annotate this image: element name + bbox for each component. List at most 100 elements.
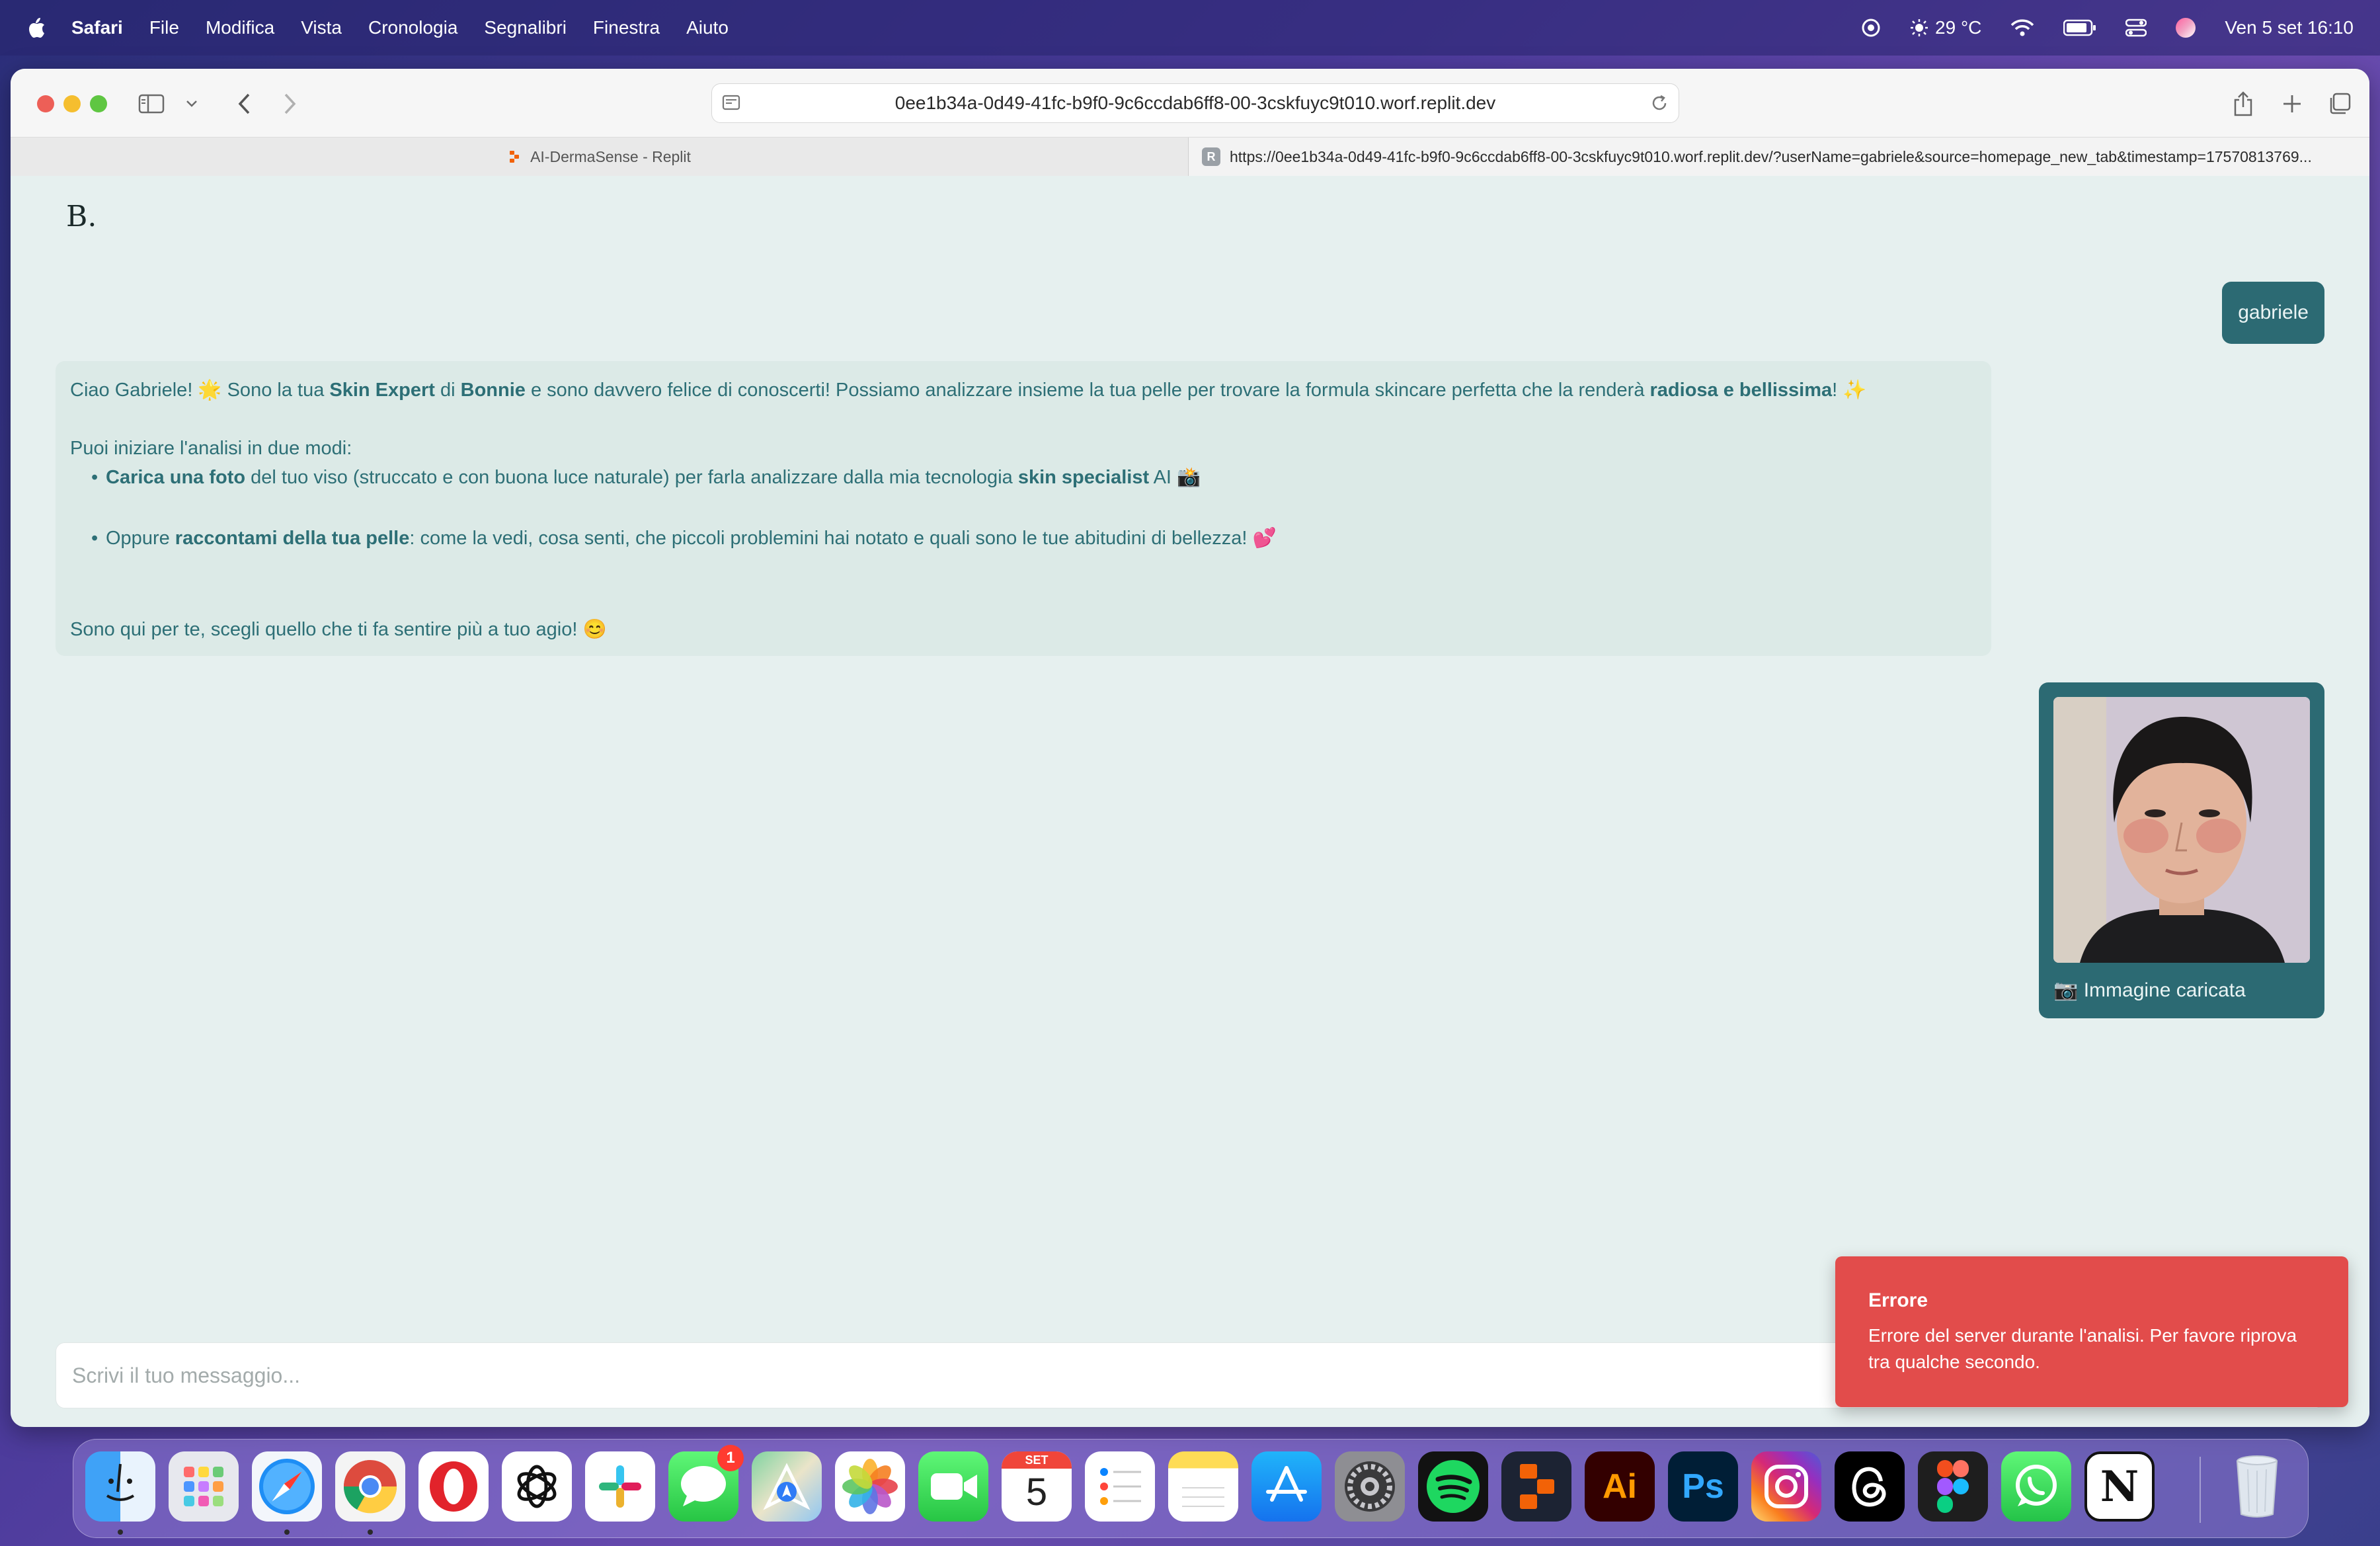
trash-icon[interactable] (2222, 1451, 2292, 1522)
finder-icon[interactable] (85, 1451, 155, 1522)
bold-span: Skin Expert (329, 380, 435, 401)
bold-span: Carica una foto (106, 467, 246, 488)
chevron-down-icon[interactable] (184, 89, 200, 119)
reload-icon[interactable] (1649, 93, 1669, 113)
toast-title: Errore (1868, 1289, 1928, 1311)
system-settings-icon[interactable] (1335, 1451, 1405, 1522)
browser-toolbar: 0ee1b34a-0d49-41fc-b9f0-9c6ccdab6ff8-00-… (11, 69, 2369, 138)
minimize-window-button[interactable] (63, 95, 81, 112)
photos-icon[interactable] (835, 1451, 905, 1522)
facetime-icon[interactable] (918, 1451, 988, 1522)
back-icon[interactable] (229, 89, 259, 119)
text-span: di (434, 380, 461, 401)
bullet-upload-photo: Carica una foto del tuo viso (struccato … (70, 463, 1977, 492)
bold-span: raccontami della tua pelle (175, 528, 410, 549)
bullet-describe-skin: Oppure raccontami della tua pelle: come … (70, 524, 1977, 553)
url-text: 0ee1b34a-0d49-41fc-b9f0-9c6ccdab6ff8-00-… (894, 93, 1496, 113)
text-span: AI 📸 (1149, 467, 1201, 488)
close-window-button[interactable] (37, 95, 54, 112)
tab-ai-dermasense[interactable]: AI-DermaSense - Replit (11, 138, 1189, 176)
tab-title: https://0ee1b34a-0d49-41fc-b9f0-9c6ccdab… (1230, 147, 2312, 165)
running-indicator (368, 1529, 373, 1535)
siri-icon[interactable] (2176, 18, 2196, 38)
control-center-icon[interactable] (2125, 18, 2147, 38)
site-settings-icon[interactable] (721, 93, 741, 113)
calendar-icon[interactable]: SET 5 (1002, 1451, 1072, 1522)
launchpad-icon[interactable] (169, 1451, 239, 1522)
toast-description: Errore del server durante l'analisi. Per… (1868, 1325, 2297, 1372)
menu-file[interactable]: File (149, 17, 179, 38)
apple-icon[interactable] (26, 16, 46, 40)
sun-icon (1911, 19, 1928, 36)
tab-favicon: R (1202, 147, 1220, 166)
address-bar[interactable]: 0ee1b34a-0d49-41fc-b9f0-9c6ccdab6ff8-00-… (711, 83, 1679, 123)
menu-bar: Safari File Modifica Vista Cronologia Se… (0, 0, 2380, 56)
forward-icon[interactable] (275, 89, 305, 119)
text-span: ! ✨ (1832, 380, 1867, 401)
chatgpt-icon[interactable] (502, 1451, 572, 1522)
menu-vista[interactable]: Vista (301, 17, 342, 38)
running-indicator (118, 1529, 123, 1535)
replit-icon (510, 151, 520, 163)
reminders-icon[interactable] (1085, 1451, 1155, 1522)
spotify-icon[interactable] (1418, 1451, 1488, 1522)
slack-icon[interactable] (585, 1451, 655, 1522)
tab-bar: AI-DermaSense - Replit R https://0ee1b34… (11, 138, 2369, 176)
calendar-day: 5 (1025, 1471, 1048, 1514)
tab-replit-dev[interactable]: R https://0ee1b34a-0d49-41fc-b9f0-9c6ccd… (1189, 138, 2369, 176)
running-indicator (284, 1529, 290, 1535)
bold-span: radiosa e bellissima (1649, 380, 1833, 401)
figma-icon[interactable] (1918, 1451, 1988, 1522)
messages-badge: 1 (717, 1445, 744, 1471)
menu-segnalibri[interactable]: Segnalibri (484, 17, 567, 38)
tab-title: AI-DermaSense - Replit (530, 147, 691, 165)
maps-icon[interactable] (752, 1451, 822, 1522)
chrome-icon[interactable] (335, 1451, 405, 1522)
focus-icon[interactable] (1861, 18, 1881, 38)
weather-widget[interactable]: 29 °C (1910, 17, 1981, 38)
weather-temp: 29 °C (1935, 17, 1982, 38)
face-illustration (2053, 697, 2310, 963)
bold-span: skin specialist (1017, 467, 1150, 488)
menu-aiuto[interactable]: Aiuto (686, 17, 729, 38)
notion-icon[interactable]: N (2084, 1451, 2155, 1522)
user-message-bubble: gabriele (2222, 282, 2324, 344)
text-span: : come la vedi, cosa senti, che piccoli … (409, 528, 1277, 549)
tab-overview-icon[interactable] (2324, 89, 2355, 119)
whatsapp-icon[interactable] (2001, 1451, 2071, 1522)
menu-finestra[interactable]: Finestra (593, 17, 660, 38)
menu-modifica[interactable]: Modifica (206, 17, 274, 38)
uploaded-face-photo[interactable] (2053, 697, 2310, 963)
opera-icon[interactable] (418, 1451, 489, 1522)
menu-app-safari[interactable]: Safari (71, 17, 123, 38)
dock-separator (2200, 1457, 2201, 1523)
status-area: 29 °C Ven 5 set 16:10 (1861, 0, 2354, 56)
app-store-icon[interactable] (1251, 1451, 1322, 1522)
text-span: Ciao Gabriele! 🌟 Sono la tua (70, 380, 330, 401)
uploaded-image-bubble: 📷 Immagine caricata (2039, 682, 2324, 1018)
new-tab-icon[interactable] (2277, 89, 2307, 119)
chat-page: B. gabriele Ciao Gabriele! 🌟 Sono la tua… (11, 176, 2369, 1427)
brand-logo[interactable]: B. (66, 200, 97, 233)
illustrator-icon[interactable]: Ai (1585, 1451, 1655, 1522)
photoshop-icon[interactable]: Ps (1668, 1451, 1738, 1522)
error-toast[interactable]: Errore Errore del server durante l'anali… (1835, 1256, 2348, 1407)
intro-line: Puoi iniziare l'analisi in due modi: (70, 438, 352, 459)
notes-icon[interactable] (1168, 1451, 1238, 1522)
messages-icon[interactable]: 1 (668, 1445, 744, 1522)
text-span: e sono davvero felice di conoscerti! Pos… (525, 380, 1650, 401)
instagram-icon[interactable] (1751, 1451, 1821, 1522)
dock: 1 SET 5 Ai Ps N (73, 1439, 2309, 1538)
wifi-icon[interactable] (2010, 19, 2034, 37)
battery-icon[interactable] (2063, 19, 2096, 36)
safari-icon[interactable] (252, 1451, 322, 1522)
sidebar-toggle-icon[interactable] (136, 89, 167, 119)
menu-cronologia[interactable]: Cronologia (368, 17, 457, 38)
menubar-datetime[interactable]: Ven 5 set 16:10 (2225, 17, 2354, 38)
image-caption: 📷 Immagine caricata (2053, 979, 2246, 1001)
zoom-window-button[interactable] (90, 95, 107, 112)
closing-line: Sono qui per te, scegli quello che ti fa… (70, 619, 607, 640)
replit-icon[interactable] (1501, 1451, 1571, 1522)
share-icon[interactable] (2228, 89, 2258, 119)
threads-icon[interactable] (1835, 1451, 1905, 1522)
